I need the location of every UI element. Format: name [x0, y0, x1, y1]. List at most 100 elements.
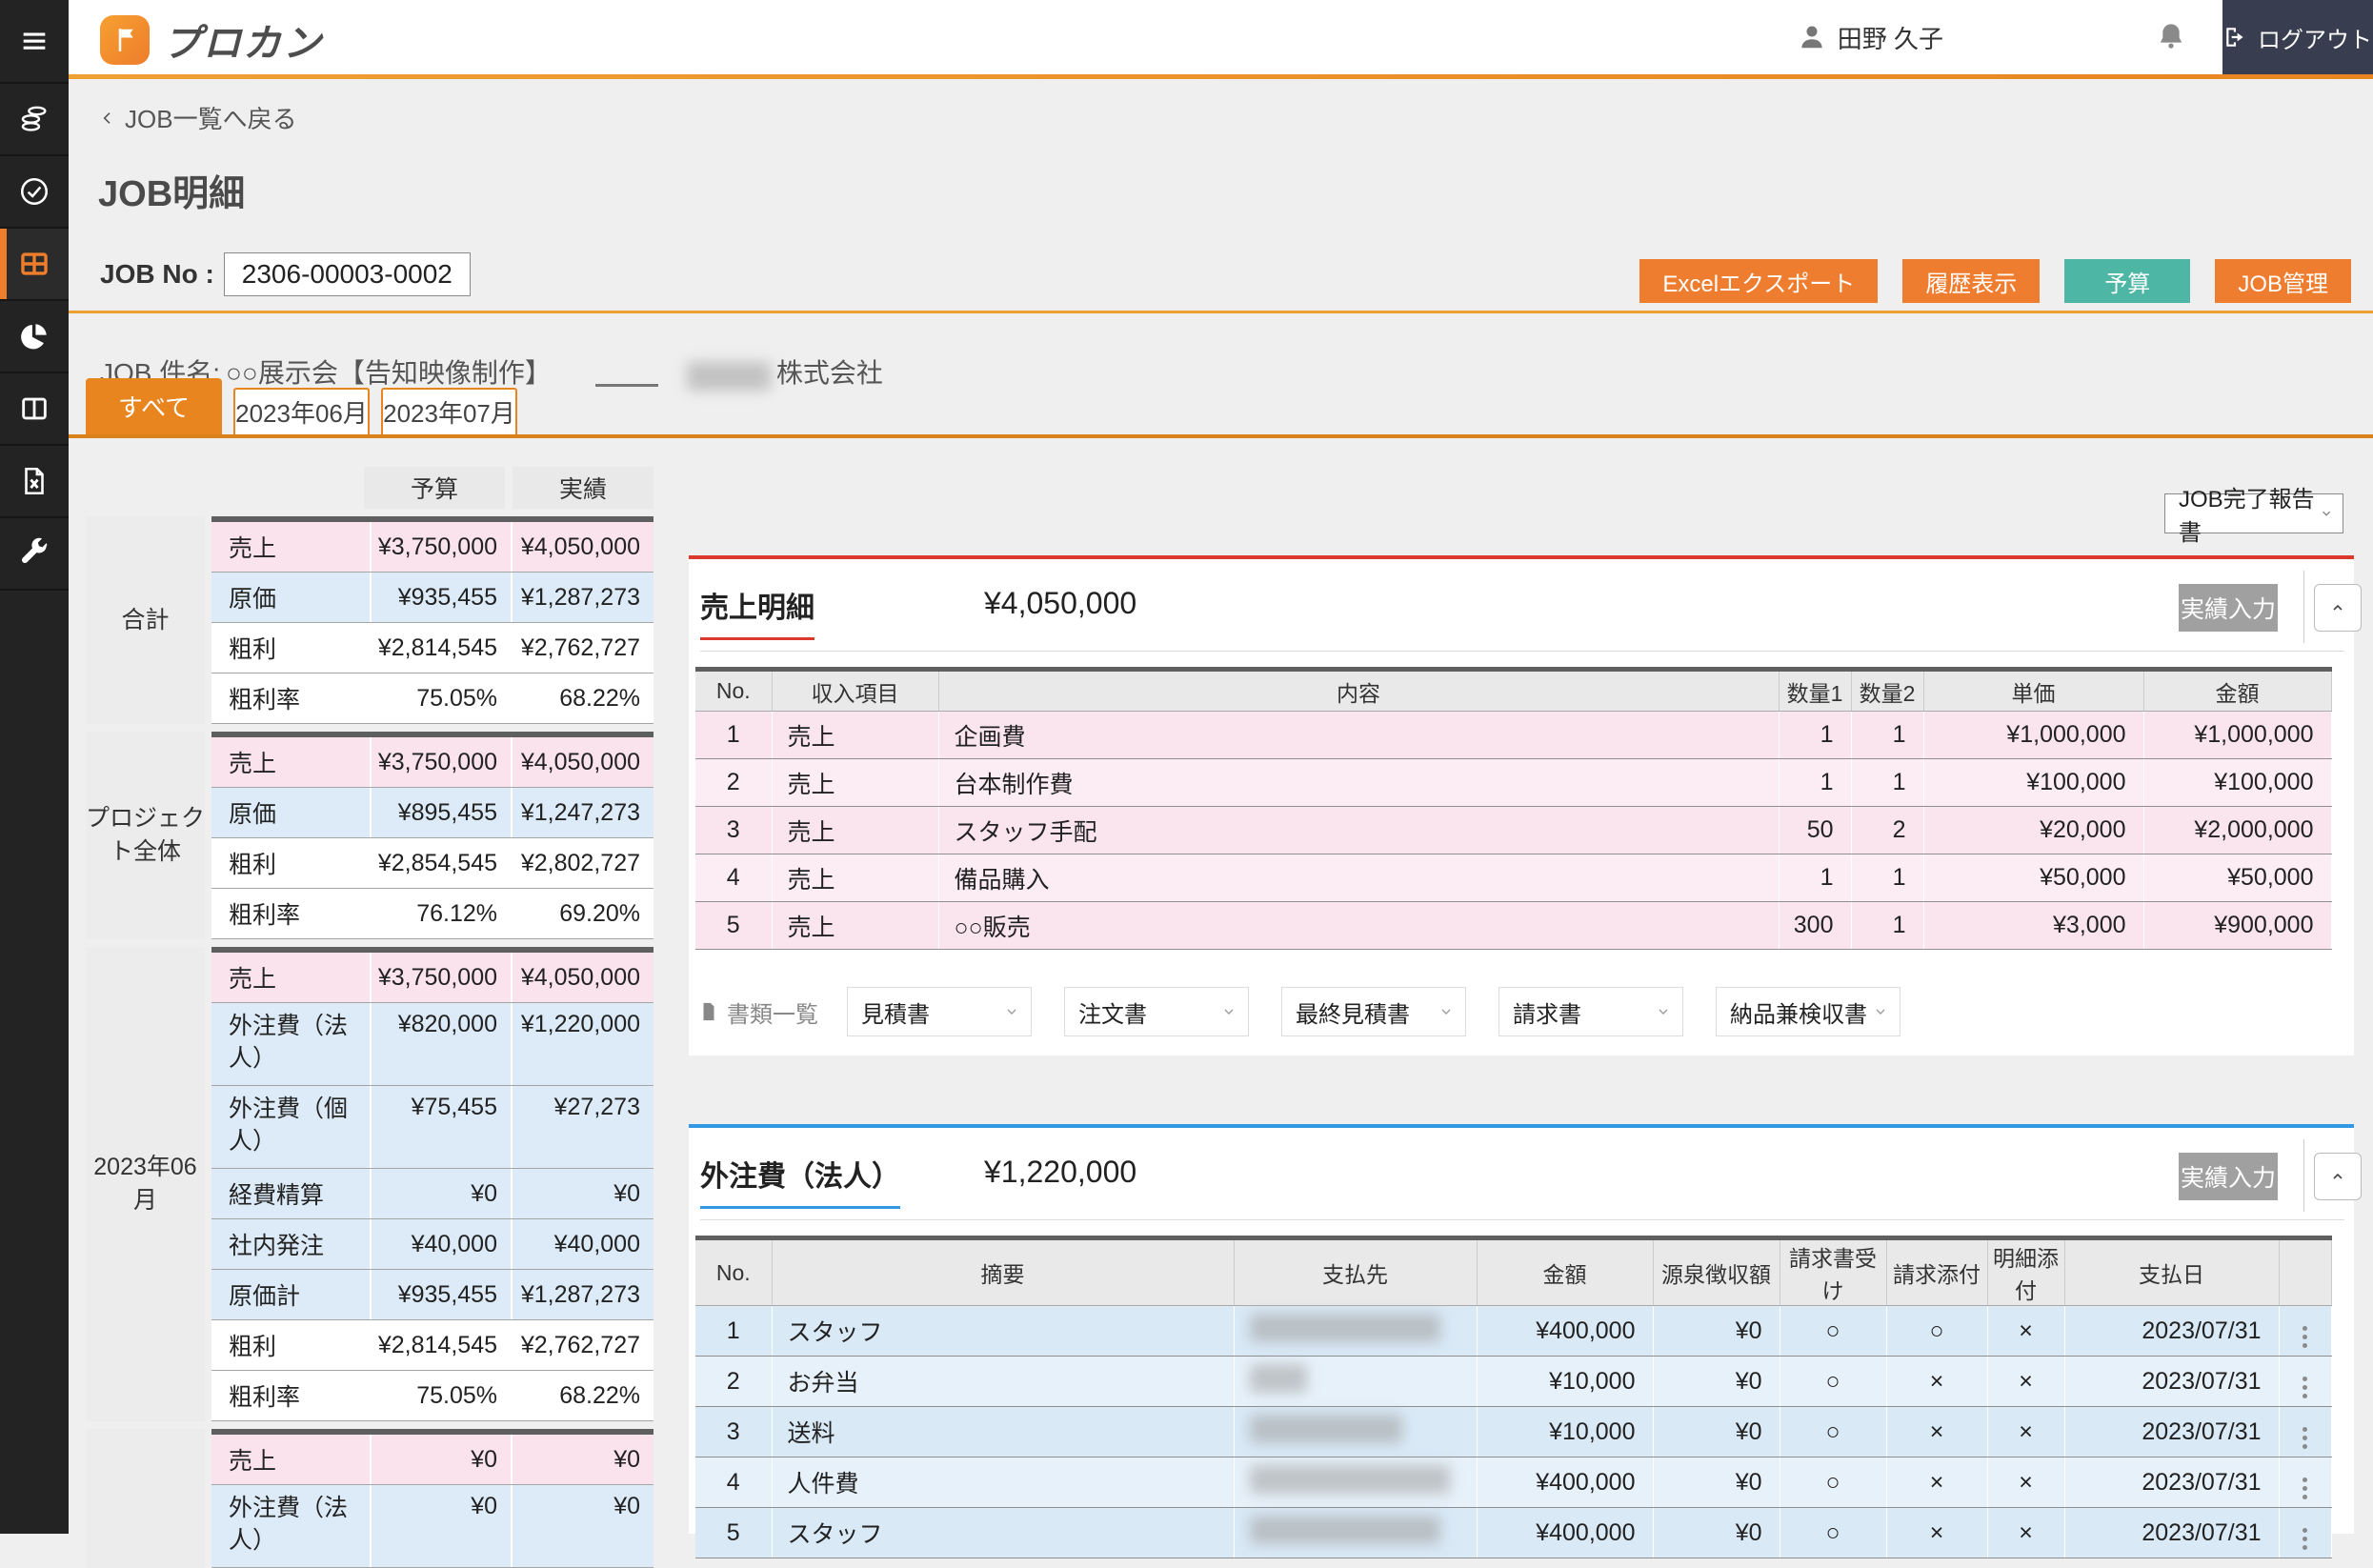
summary-row: 粗利率75.05%68.22%: [211, 673, 654, 724]
cell-income-item: 売上: [772, 712, 938, 759]
kebab-menu-icon[interactable]: [2295, 1474, 2315, 1503]
cell-invoice-received: ○: [1780, 1357, 1886, 1407]
sidebar-item-menu[interactable]: [0, 0, 69, 84]
excel-file-icon: [18, 465, 50, 497]
sales-input-actuals-button[interactable]: 実績入力: [2179, 584, 2278, 632]
summary-budget-value: ¥75,455: [372, 1086, 513, 1168]
summary-row: 社内発注¥40,000¥40,000: [211, 1219, 654, 1270]
action-button-3[interactable]: JOB管理: [2215, 259, 2351, 303]
job-no-value[interactable]: 2306-00003-0002: [224, 252, 471, 296]
summary-budget-value: 75.05%: [372, 1371, 513, 1420]
kebab-menu-icon[interactable]: [2295, 1322, 2315, 1352]
topbar: プロカン 田野 久子 ログアウト: [69, 0, 2373, 74]
summary-row: 経費精算¥0¥0: [211, 1169, 654, 1219]
back-to-job-list-link[interactable]: JOB一覧へ戻る: [100, 100, 297, 135]
period-tabs: すべて2023年06月2023年07月: [86, 378, 517, 434]
cell-unit-price: ¥50,000: [1923, 854, 2143, 902]
kebab-menu-icon[interactable]: [2295, 1524, 2315, 1554]
tab-0[interactable]: すべて: [86, 378, 222, 434]
outsourcing-collapse-button[interactable]: [2314, 1153, 2362, 1200]
document-select-1[interactable]: 注文書: [1064, 987, 1249, 1036]
logout-icon: [2223, 25, 2248, 50]
sales-table-body: 1売上企画費11¥1,000,000¥1,000,0002売上台本制作費11¥1…: [695, 712, 2331, 950]
summary-budget-value: ¥935,455: [372, 1270, 513, 1319]
tab-2[interactable]: 2023年07月: [381, 388, 517, 434]
sidebar-item-analytics[interactable]: [0, 301, 69, 373]
sidebar-item-settings[interactable]: [0, 518, 69, 591]
outsourcing-table-head: No.摘要支払先金額源泉徴収額請求書受け請求添付明細添付支払日: [695, 1238, 2331, 1306]
outsourcing-col-header: 支払日: [2064, 1238, 2279, 1306]
action-button-0[interactable]: Excelエクスポート: [1639, 259, 1878, 303]
cell-amount: ¥50,000: [2143, 854, 2331, 902]
summary-budget-value: ¥0: [372, 1485, 513, 1567]
cell-content: 企画費: [938, 712, 1779, 759]
summary-header: 予算 実績: [364, 467, 654, 509]
document-select-0[interactable]: 見積書: [847, 987, 1032, 1036]
sales-col-header: 内容: [938, 670, 1779, 712]
sidebar-item-job-table[interactable]: [0, 229, 69, 301]
cell-qty1: 1: [1779, 712, 1851, 759]
cell-amount: ¥400,000: [1477, 1306, 1653, 1357]
cell-invoice-received: ○: [1780, 1407, 1886, 1457]
cell-income-item: 売上: [772, 902, 938, 950]
summary-actual-value: ¥2,762,727: [513, 623, 654, 673]
outsourcing-row-5: 5スタッフ¥400,000¥0○××2023/07/31: [695, 1508, 2331, 1558]
summary-row-label: 社内発注: [211, 1219, 372, 1269]
sidebar-item-approval[interactable]: [0, 156, 69, 229]
cell-content: スタッフ手配: [938, 807, 1779, 854]
sidebar-item-finance[interactable]: [0, 84, 69, 156]
job-company-suffix: 株式会社: [776, 352, 883, 391]
sidebar-item-excel[interactable]: [0, 446, 69, 518]
outsourcing-row-1: 1スタッフ¥400,000¥0○○×2023/07/31: [695, 1306, 2331, 1357]
summary-actual-value: ¥4,050,000: [513, 737, 654, 787]
cell-amount: ¥400,000: [1477, 1508, 1653, 1558]
logout-button[interactable]: ログアウト: [2222, 0, 2373, 74]
chevron-down-icon: [1873, 1004, 1888, 1019]
notification-bell[interactable]: [2156, 21, 2186, 56]
summary-row: 売上¥0¥0: [211, 1435, 654, 1485]
document-select-4[interactable]: 納品兼検収書: [1716, 987, 1900, 1036]
summary-budget-value: ¥0: [372, 1435, 513, 1484]
cell-payment-date: 2023/07/31: [2064, 1357, 2279, 1407]
cell-no: 1: [695, 1306, 772, 1357]
kebab-menu-icon[interactable]: [2295, 1373, 2315, 1402]
documents-label-text: 書類一覧: [727, 995, 818, 1029]
summary-row-label: 外注費（法人）: [211, 1003, 372, 1085]
logo-text: プロカン: [163, 12, 323, 68]
cell-qty1: 1: [1779, 759, 1851, 807]
outsourcing-input-actuals-button[interactable]: 実績入力: [2179, 1153, 2278, 1200]
wrench-icon: [18, 537, 50, 570]
sales-row-4: 4売上備品購入11¥50,000¥50,000: [695, 854, 2331, 902]
document-select-3[interactable]: 請求書: [1498, 987, 1683, 1036]
app-logo[interactable]: プロカン: [100, 12, 323, 68]
outsourcing-col-header: 明細添付: [1987, 1238, 2064, 1306]
outsourcing-col-header: No.: [695, 1238, 772, 1306]
cell-amount: ¥1,000,000: [2143, 712, 2331, 759]
cell-withholding: ¥0: [1653, 1508, 1780, 1558]
summary-row: 外注費（法人）¥0¥0: [211, 1485, 654, 1568]
summary-actual-value: ¥27,273: [513, 1086, 654, 1168]
user-menu[interactable]: 田野 久子: [1798, 0, 1943, 74]
summary-row-label: 売上: [211, 953, 372, 1002]
outsourcing-col-header: 支払先: [1234, 1238, 1477, 1306]
summary-group-label: プロジェクト全体: [86, 732, 205, 939]
kebab-menu-icon[interactable]: [2295, 1423, 2315, 1453]
chevron-down-icon: [2320, 506, 2333, 521]
action-button-1[interactable]: 履歴表示: [1902, 259, 2040, 303]
summary-row: 売上¥3,750,000¥4,050,000: [211, 522, 654, 573]
outsourcing-corporate-card: 外注費（法人） ¥1,220,000 実績入力 No.摘要支払先金額源泉徴収額請…: [689, 1124, 2354, 1534]
cell-payee-blurred: [1234, 1357, 1477, 1407]
report-type-select[interactable]: JOB完了報告書: [2164, 493, 2343, 533]
summary-col-budget: 予算: [364, 467, 505, 509]
action-button-2[interactable]: 予算: [2064, 259, 2190, 303]
tab-1[interactable]: 2023年06月: [233, 388, 370, 434]
summary-table: 予算 実績 合計売上¥3,750,000¥4,050,000原価¥935,455…: [86, 467, 654, 1568]
outsourcing-col-header: 金額: [1477, 1238, 1653, 1306]
cell-payee-blurred: [1234, 1457, 1477, 1508]
cell-no: 3: [695, 1407, 772, 1457]
document-select-2[interactable]: 最終見積書: [1281, 987, 1466, 1036]
summary-actual-value: ¥1,287,273: [513, 573, 654, 622]
sidebar-item-board[interactable]: [0, 373, 69, 446]
sales-collapse-button[interactable]: [2314, 584, 2362, 632]
outsourcing-col-header: 源泉徴収額: [1653, 1238, 1780, 1306]
